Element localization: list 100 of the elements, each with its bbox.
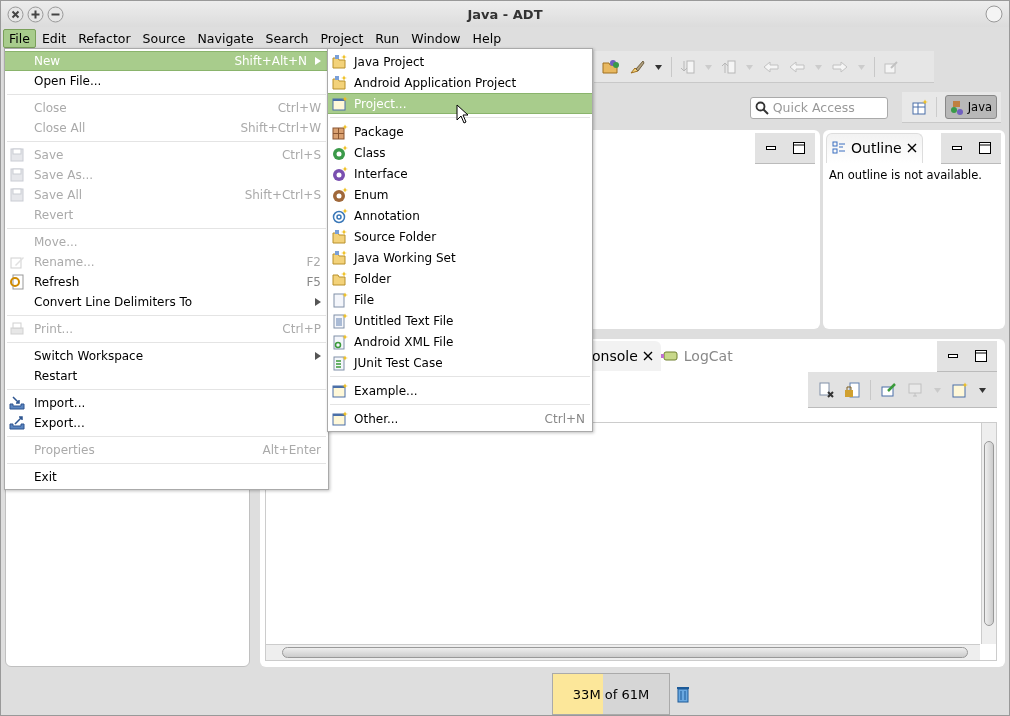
circle-icon[interactable]	[985, 5, 1003, 23]
minimize-icon[interactable]	[47, 5, 64, 23]
menu-item[interactable]: Package	[328, 121, 592, 142]
cursor-icon	[456, 104, 469, 124]
pin-icon[interactable]	[881, 382, 897, 398]
menu-item[interactable]: Source Folder	[328, 226, 592, 247]
shortcut: Ctrl+W	[277, 101, 321, 115]
close-icon[interactable]	[906, 143, 917, 153]
open-perspective-icon[interactable]	[911, 99, 928, 115]
window-icon	[332, 410, 348, 427]
menu-item[interactable]: Annotation	[328, 205, 592, 226]
close-icon[interactable]	[7, 5, 24, 23]
maximize-icon[interactable]	[793, 142, 805, 154]
menu-item-label: Convert Line Delimiters To	[34, 295, 194, 309]
folder-icon	[332, 74, 348, 91]
menu-item[interactable]: Window	[405, 28, 467, 48]
folder-icon	[332, 53, 348, 70]
circle-icon	[332, 186, 348, 203]
menu-item[interactable]: Edit	[35, 28, 73, 48]
menu-item-label: Save As...	[34, 168, 95, 182]
menu-item-label: File	[354, 292, 376, 307]
clear-console-icon[interactable]	[818, 382, 834, 398]
console-tab[interactable]: onsole	[592, 341, 661, 371]
menu-item-label: Java Working Set	[354, 250, 457, 265]
menu-item[interactable]: Example...	[328, 380, 592, 401]
menu-item-label: Class	[354, 145, 387, 160]
console-tab[interactable]: LogCat	[660, 341, 741, 371]
menu-item-label: Close All	[34, 121, 87, 135]
tab-label: onsole	[592, 348, 638, 364]
menu-item[interactable]: Refresh F5	[5, 272, 328, 292]
menu-item[interactable]: Folder	[328, 268, 592, 289]
menu-item-label: Example...	[354, 383, 419, 398]
menu-item[interactable]: File	[328, 289, 592, 310]
menu-item[interactable]: Untitled Text File	[328, 310, 592, 331]
menu-item-label: Source Folder	[354, 229, 438, 244]
menu-item-label: Restart	[34, 369, 79, 383]
close-icon[interactable]	[642, 351, 653, 361]
tab-label: Outline	[851, 140, 902, 156]
menu-item[interactable]: JUnit Test Case	[328, 352, 592, 373]
menu-item[interactable]: Search	[259, 28, 315, 48]
menu-item[interactable]: Source	[136, 28, 192, 48]
menu-item[interactable]: Open File...	[5, 71, 328, 91]
menu-item[interactable]: Convert Line Delimiters To	[5, 292, 328, 312]
menu-item[interactable]: Android XML File	[328, 331, 592, 352]
maximize-icon[interactable]	[975, 350, 987, 362]
menu-item[interactable]: Enum	[328, 184, 592, 205]
pencil-icon	[9, 254, 25, 270]
menu-item[interactable]: Help	[466, 28, 508, 48]
menu-item[interactable]: File	[3, 28, 36, 48]
menu-item-label: Close	[34, 101, 68, 115]
menu-item-label: Refresh	[34, 275, 81, 289]
menu-item[interactable]: Class	[328, 142, 592, 163]
menu-item-label: Package	[354, 124, 405, 139]
brush-icon[interactable]	[628, 58, 646, 75]
menu-item[interactable]: Refactor	[72, 28, 137, 48]
menu-item-label: Rename...	[34, 255, 96, 269]
menu-item[interactable]: Import...	[5, 393, 328, 413]
menu-item[interactable]: Export...	[5, 413, 328, 433]
menu-item-label: Print...	[34, 322, 75, 336]
quick-access-field[interactable]: Quick Access	[749, 96, 888, 119]
menu-item[interactable]: Android Application Project	[328, 72, 592, 93]
menu-item[interactable]: Project	[314, 28, 370, 48]
folder-icon	[332, 228, 348, 245]
perspective-button[interactable]: Java	[944, 95, 997, 119]
printer-icon	[9, 321, 25, 337]
outline-message: An outline is not available.	[828, 167, 983, 184]
window-icon	[332, 382, 348, 399]
menu-item[interactable]: Restart	[5, 366, 328, 386]
perspective-icon	[949, 99, 966, 115]
menu-item[interactable]: Switch Workspace	[5, 346, 328, 366]
maximize-icon[interactable]	[27, 5, 44, 23]
shortcut: Ctrl+S	[281, 148, 321, 162]
outline-icon	[832, 141, 846, 155]
outline-tab[interactable]: Outline	[826, 133, 923, 163]
menu-item[interactable]: Exit	[5, 467, 328, 487]
shortcut: Shift+Ctrl+S	[244, 188, 321, 202]
lock-icon[interactable]	[844, 382, 860, 398]
menu-item[interactable]: Navigate	[191, 28, 260, 48]
shortcut: Ctrl+N	[544, 411, 585, 426]
menu-item-label: Save All	[34, 188, 84, 202]
shortcut: Ctrl+P	[282, 322, 321, 336]
trash-icon[interactable]	[676, 685, 690, 703]
tray-arrow-icon	[9, 395, 25, 411]
menu-item[interactable]: Other... Ctrl+N	[328, 408, 592, 429]
menu-item-label: Untitled Text File	[354, 313, 455, 328]
folder-icon[interactable]	[602, 58, 620, 75]
menu-item-label: New	[34, 54, 62, 68]
refresh-icon	[9, 274, 25, 290]
horizontal-scrollbar[interactable]	[266, 644, 980, 660]
shortcut: Alt+Enter	[262, 443, 321, 457]
menu-item-label: Move...	[34, 235, 79, 249]
page-icon	[332, 312, 348, 329]
window-icon[interactable]	[952, 382, 968, 398]
menu-item[interactable]: Run	[369, 28, 406, 48]
circle-icon	[332, 165, 348, 182]
maximize-icon[interactable]	[979, 142, 991, 154]
vertical-scrollbar[interactable]	[981, 423, 996, 644]
menu-item[interactable]: Java Project	[328, 51, 592, 72]
menu-item[interactable]: Interface	[328, 163, 592, 184]
menu-item[interactable]: Java Working Set	[328, 247, 592, 268]
